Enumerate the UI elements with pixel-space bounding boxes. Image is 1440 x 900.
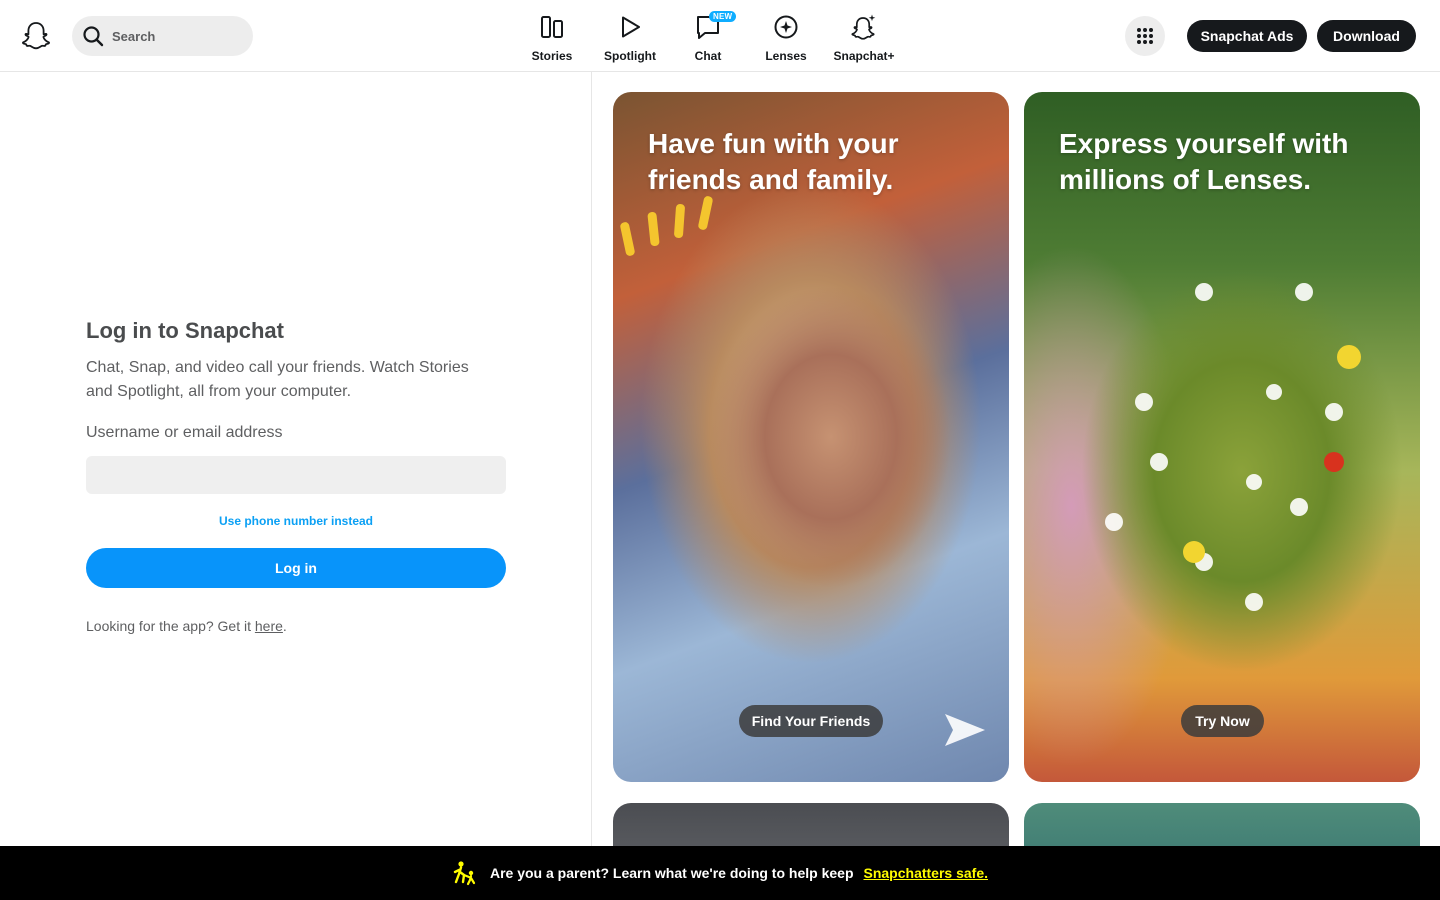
nav-spotlight-label: Spotlight xyxy=(604,49,656,63)
login-subtitle: Chat, Snap, and video call your friends.… xyxy=(86,359,469,400)
download-button[interactable]: Download xyxy=(1317,20,1416,52)
search-input[interactable] xyxy=(112,28,232,44)
snapchat-ghost-icon[interactable] xyxy=(22,21,50,51)
login-form: Log in to Snapchat Chat, Snap, and video… xyxy=(86,318,506,634)
promo-card-friends: Have fun with your friends and family. F… xyxy=(613,92,1009,782)
send-arrow-icon xyxy=(945,714,985,746)
snapchatters-safe-link[interactable]: Snapchatters safe. xyxy=(864,865,989,881)
lenses-icon xyxy=(773,10,799,44)
stories-icon xyxy=(539,10,565,44)
new-badge: NEW xyxy=(709,11,737,22)
username-label: Username or email address xyxy=(86,424,283,441)
nav-stories[interactable]: Stories xyxy=(513,10,591,68)
login-button[interactable]: Log in xyxy=(86,548,506,588)
promo-card-title: Have fun with your friends and family. xyxy=(648,128,899,195)
nav-lenses-label: Lenses xyxy=(765,49,807,63)
find-your-friends-button[interactable]: Find Your Friends xyxy=(739,705,883,737)
search-icon xyxy=(83,26,104,47)
nav-lenses[interactable]: Lenses xyxy=(747,10,825,68)
get-app-text: Looking for the app? Get it here. xyxy=(86,618,506,634)
decorative-sun-ray xyxy=(619,221,636,257)
nav-snapchat-plus-label: Snapchat+ xyxy=(833,49,895,63)
parent-child-icon xyxy=(453,861,476,886)
get-app-suffix: . xyxy=(282,618,287,634)
nav-chat-label: Chat xyxy=(694,49,722,63)
get-app-link[interactable]: here xyxy=(255,618,283,634)
apps-grid-button[interactable] xyxy=(1125,16,1165,56)
nav-snapchat-plus[interactable]: Snapchat+ xyxy=(825,10,903,68)
snapchat-plus-icon xyxy=(850,10,878,44)
promo-card-title: Express yourself with millions of Lenses… xyxy=(1059,128,1349,195)
top-header: Stories Spotlight NEW Chat xyxy=(0,0,1440,72)
promo-card-lenses: Express yourself with millions of Lenses… xyxy=(1024,92,1420,782)
spotlight-play-icon xyxy=(617,10,643,44)
banner-text: Are you a parent? Learn what we're doing… xyxy=(489,865,854,881)
main-nav: Stories Spotlight NEW Chat Lenses Snapch… xyxy=(513,10,903,68)
login-title: Log in to Snapchat xyxy=(86,318,284,343)
get-app-prefix: Looking for the app? Get it xyxy=(86,618,255,634)
search-box[interactable] xyxy=(72,16,253,56)
flower-decoration-icon xyxy=(1105,283,1361,611)
snapchat-ads-button[interactable]: Snapchat Ads xyxy=(1187,20,1307,52)
apps-grid-icon xyxy=(1137,28,1153,44)
try-now-button[interactable]: Try Now xyxy=(1181,705,1264,737)
nav-spotlight[interactable]: Spotlight xyxy=(591,10,669,68)
nav-chat[interactable]: NEW Chat xyxy=(669,10,747,68)
decorative-sun-ray xyxy=(697,195,714,231)
use-phone-link[interactable]: Use phone number instead xyxy=(86,514,506,528)
decorative-sun-ray xyxy=(647,211,660,247)
nav-stories-label: Stories xyxy=(531,49,573,63)
login-panel: Log in to Snapchat Chat, Snap, and video… xyxy=(0,72,592,846)
username-field[interactable] xyxy=(86,456,506,494)
parent-safety-banner: Are you a parent? Learn what we're doing… xyxy=(0,846,1440,900)
decorative-sun-ray xyxy=(673,203,686,239)
